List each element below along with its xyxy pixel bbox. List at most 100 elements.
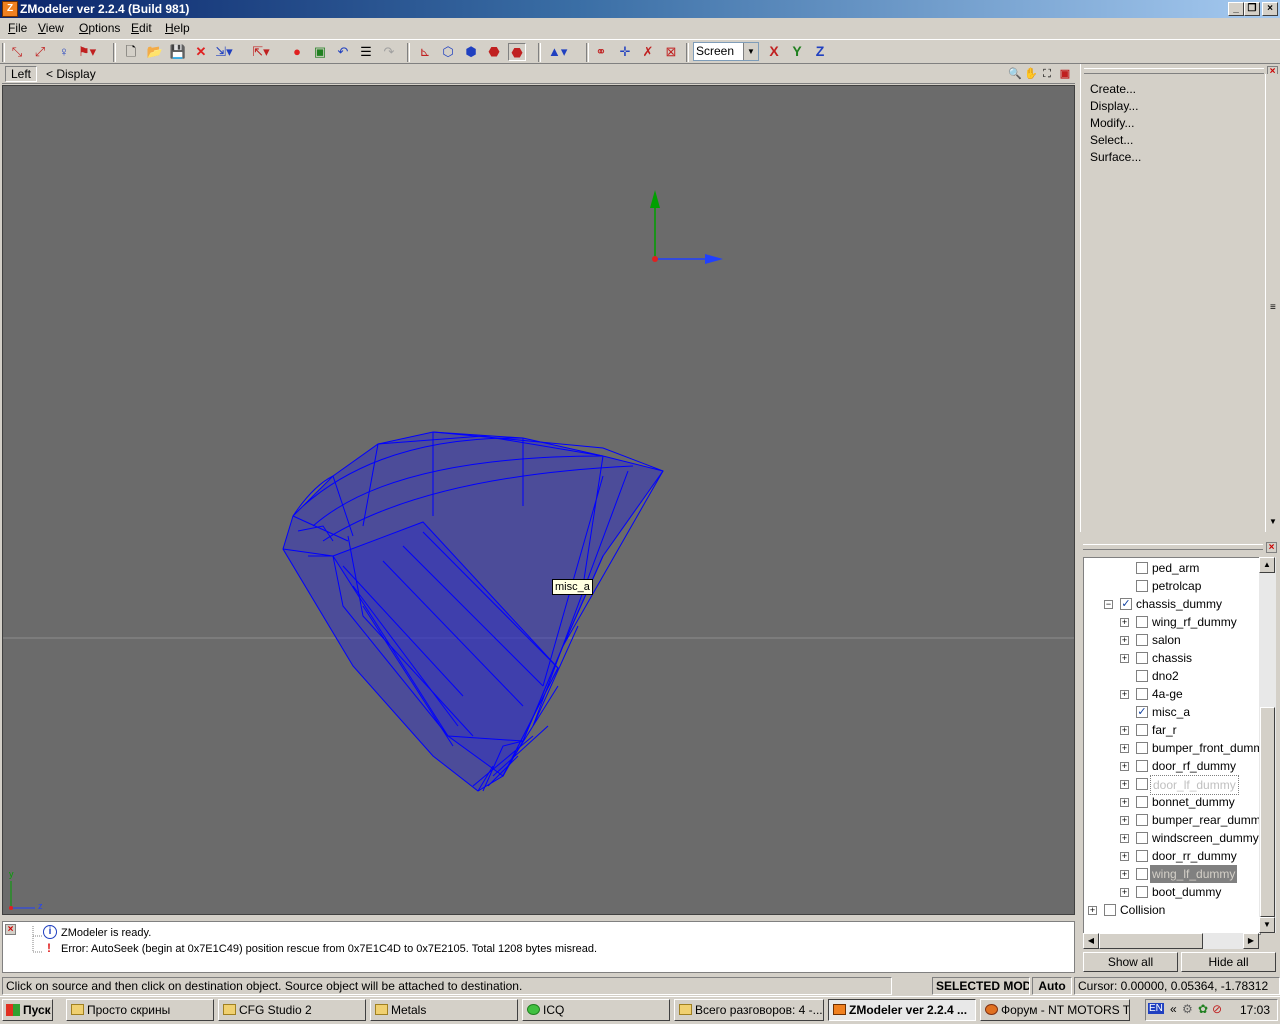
tree-item[interactable]: +4a-ge <box>1084 685 1260 703</box>
expand-icon[interactable]: + <box>1120 618 1129 627</box>
tree-horizontal-scrollbar[interactable]: ◀ ▶ <box>1083 933 1259 949</box>
pan-hand-icon[interactable]: ✋ <box>1024 67 1038 81</box>
tree-item[interactable]: ✓ misc_a <box>1084 703 1260 721</box>
command-select[interactable]: Select... <box>1090 133 1133 147</box>
visibility-checkbox[interactable] <box>1136 634 1148 646</box>
visibility-checkbox[interactable] <box>1136 886 1148 898</box>
expand-icon[interactable]: + <box>1120 744 1129 753</box>
open-file-icon[interactable]: 📂 <box>146 43 164 61</box>
tree-item[interactable]: + Collision <box>1084 901 1260 919</box>
axes-icon[interactable]: ✛ <box>616 43 634 61</box>
command-create[interactable]: Create... <box>1090 82 1136 96</box>
visibility-checkbox[interactable] <box>1136 832 1148 844</box>
select-tool-dropdown-icon[interactable]: ⚑▾ <box>78 43 96 61</box>
select-vertex-icon[interactable]: ⤢ <box>31 43 49 61</box>
tray-expand-icon[interactable]: « <box>1170 1002 1177 1016</box>
visibility-checkbox[interactable] <box>1136 760 1148 772</box>
scroll-down-icon[interactable]: ▼ <box>1269 517 1277 526</box>
expand-icon[interactable]: + <box>1120 870 1129 879</box>
task-button[interactable]: ICQ <box>522 999 670 1021</box>
visibility-checkbox[interactable] <box>1136 724 1148 736</box>
select-icon[interactable]: ⤡ <box>8 43 26 61</box>
tree-item[interactable]: + door_lf_dummy <box>1084 775 1260 795</box>
visibility-checkbox[interactable]: ✓ <box>1136 706 1148 718</box>
import-icon[interactable]: ⇲▾ <box>215 43 233 61</box>
visibility-checkbox[interactable] <box>1136 778 1148 790</box>
panel-grip[interactable] <box>1084 68 1264 74</box>
scroll-thumb[interactable] <box>1260 707 1275 917</box>
tree-item[interactable]: + chassis <box>1084 649 1260 667</box>
menu-edit[interactable]: Edit <box>131 21 152 35</box>
scroll-right-icon[interactable]: ▶ <box>1243 933 1259 949</box>
notes-icon[interactable]: ☰ <box>357 43 375 61</box>
expand-icon[interactable]: + <box>1120 654 1129 663</box>
scroll-up-icon[interactable]: ▲ <box>1259 557 1275 573</box>
axis-y-button[interactable]: Y <box>787 42 807 61</box>
expand-icon[interactable]: + <box>1120 888 1129 897</box>
maximize-viewport-icon[interactable]: ▣ <box>1058 67 1072 81</box>
viewport-breadcrumb[interactable]: < Display <box>46 67 96 81</box>
expand-icon[interactable]: + <box>1120 798 1129 807</box>
expand-icon[interactable]: + <box>1120 762 1129 771</box>
tree-item[interactable]: + door_rf_dummy <box>1084 757 1260 775</box>
axes-box-icon[interactable]: ⊠ <box>662 43 680 61</box>
tray-antivirus-icon[interactable]: ⊘ <box>1212 1002 1222 1016</box>
tree-item[interactable]: + wing_rf_dummy <box>1084 613 1260 631</box>
panel-grip[interactable] <box>1083 544 1263 550</box>
export-icon[interactable]: ⇱▾ <box>252 43 270 61</box>
chevron-down-icon[interactable]: ▼ <box>743 43 758 60</box>
task-button[interactable]: CFG Studio 2 <box>218 999 366 1021</box>
command-surface[interactable]: Surface... <box>1090 150 1141 164</box>
tray-app-icon[interactable]: ⚙ <box>1182 1002 1193 1016</box>
visibility-checkbox[interactable] <box>1136 796 1148 808</box>
tree-item[interactable]: + bumper_front_dumm <box>1084 739 1260 757</box>
expand-icon[interactable]: + <box>1120 636 1129 645</box>
cube-wire-icon[interactable]: ⬡ <box>439 43 457 61</box>
expand-icon[interactable]: + <box>1120 816 1129 825</box>
tree-item[interactable]: + boot_dummy <box>1084 883 1260 901</box>
record-icon[interactable]: ● <box>288 43 306 61</box>
undo-icon[interactable]: ↶ <box>334 43 352 61</box>
tree-item[interactable]: + wing_lf_dummy <box>1084 865 1260 883</box>
status-auto[interactable]: Auto <box>1032 977 1072 995</box>
command-panel-scrollbar[interactable]: ≡ ▼ <box>1265 74 1280 532</box>
close-log-icon[interactable]: × <box>5 924 16 935</box>
delete-icon[interactable]: ✕ <box>192 43 210 61</box>
minimize-button[interactable]: _ <box>1228 2 1244 16</box>
visibility-checkbox[interactable] <box>1136 814 1148 826</box>
axis-gizmo-icon[interactable]: ⊾ <box>416 43 434 61</box>
expand-icon[interactable]: + <box>1120 852 1129 861</box>
tree-item[interactable]: + bonnet_dummy <box>1084 793 1260 811</box>
task-button[interactable]: Просто скрины <box>66 999 214 1021</box>
coordinate-space-select[interactable]: Screen ▼ <box>693 42 759 61</box>
visibility-checkbox[interactable] <box>1104 904 1116 916</box>
expand-icon[interactable]: + <box>1120 726 1129 735</box>
tree-item[interactable]: + far_r <box>1084 721 1260 739</box>
scroll-thumb[interactable] <box>1099 933 1203 949</box>
expand-icon[interactable]: + <box>1120 834 1129 843</box>
tree-item[interactable]: + bumper_rear_dumm <box>1084 811 1260 829</box>
command-display[interactable]: Display... <box>1090 99 1138 113</box>
scroll-left-icon[interactable]: ◀ <box>1083 933 1099 949</box>
figure-icon[interactable]: ♀ <box>55 43 73 61</box>
visibility-checkbox[interactable] <box>1136 562 1148 574</box>
close-button[interactable]: × <box>1262 2 1278 16</box>
cube-textured-icon[interactable]: ⬣ <box>485 43 503 61</box>
tray-icq-icon[interactable]: ✿ <box>1198 1002 1208 1016</box>
tree-item[interactable]: dno2 <box>1084 667 1260 685</box>
visibility-checkbox[interactable] <box>1136 688 1148 700</box>
view-name-button[interactable]: Left <box>5 66 37 82</box>
language-indicator[interactable]: EN <box>1148 1003 1164 1014</box>
visibility-checkbox[interactable] <box>1136 652 1148 664</box>
task-button-active[interactable]: ZModeler ver 2.2.4 ... <box>828 999 976 1021</box>
image-icon[interactable]: ▣ <box>311 43 329 61</box>
object-tree[interactable]: ped_arm petrolcap − ✓ chassis_dummy + wing_rf_… <box>1083 557 1261 935</box>
expand-icon[interactable]: + <box>1088 906 1097 915</box>
show-all-button[interactable]: Show all <box>1083 952 1178 972</box>
scroll-down-icon[interactable]: ▼ <box>1259 917 1275 933</box>
visibility-checkbox[interactable]: ✓ <box>1120 598 1132 610</box>
status-mode[interactable]: SELECTED MODE <box>932 977 1030 995</box>
tree-item[interactable]: ped_arm <box>1084 559 1260 577</box>
arrow-up-dropdown-icon[interactable]: ▲▾ <box>548 43 567 61</box>
restore-button[interactable]: ❐ <box>1244 2 1260 16</box>
